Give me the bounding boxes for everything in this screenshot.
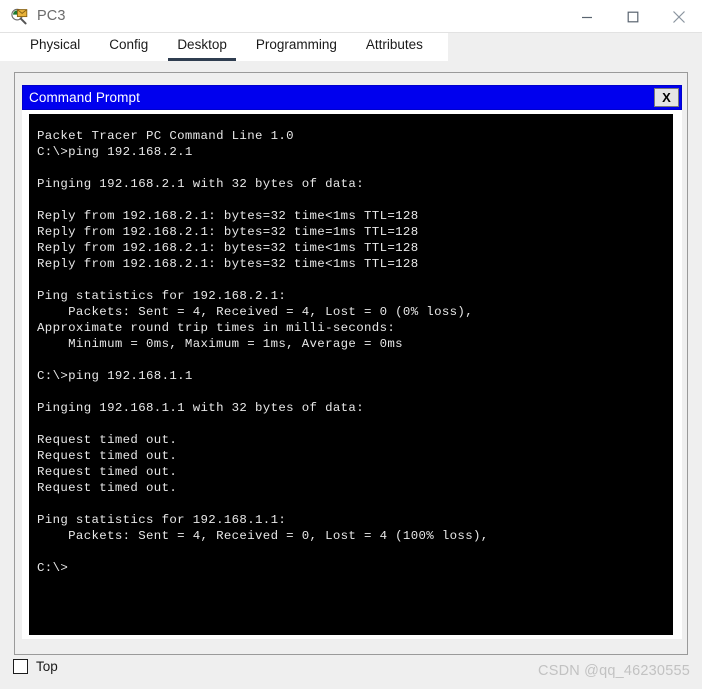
maximize-icon[interactable] [610,0,656,33]
watermark: CSDN @qq_46230555 [538,663,690,679]
window-controls [564,0,702,33]
command-prompt-body: Packet Tracer PC Command Line 1.0 C:\>pi… [22,110,682,639]
command-prompt-title: Command Prompt [29,90,140,105]
minimize-icon[interactable] [564,0,610,33]
tab-desktop[interactable]: Desktop [168,37,236,61]
tabstrip-container: Physical Config Desktop Programming Attr… [0,33,702,61]
top-checkbox-row: Top [13,659,58,674]
command-prompt-window: Command Prompt X Packet Tracer PC Comman… [22,85,682,639]
top-checkbox[interactable] [13,659,28,674]
desktop-content-panel: Command Prompt X Packet Tracer PC Comman… [14,72,688,655]
tabstrip: Physical Config Desktop Programming Attr… [0,33,448,61]
terminal-text: Packet Tracer PC Command Line 1.0 C:\>pi… [37,129,489,575]
window-titlebar: PC3 [0,0,702,33]
tab-attributes[interactable]: Attributes [357,37,432,61]
tab-config[interactable]: Config [100,37,157,61]
tab-physical[interactable]: Physical [21,37,89,61]
window-title-group: PC3 [0,8,66,25]
command-prompt-close-button[interactable]: X [654,88,679,107]
close-icon[interactable] [656,0,702,33]
packet-tracer-pc-icon [11,8,28,25]
command-prompt-titlebar: Command Prompt X [22,85,682,110]
terminal-output-area[interactable]: Packet Tracer PC Command Line 1.0 C:\>pi… [29,114,673,635]
bottom-bar: Top CSDN @qq_46230555 [0,655,702,689]
tab-programming[interactable]: Programming [247,37,346,61]
window-title: PC3 [37,8,66,24]
top-checkbox-label: Top [36,659,58,674]
